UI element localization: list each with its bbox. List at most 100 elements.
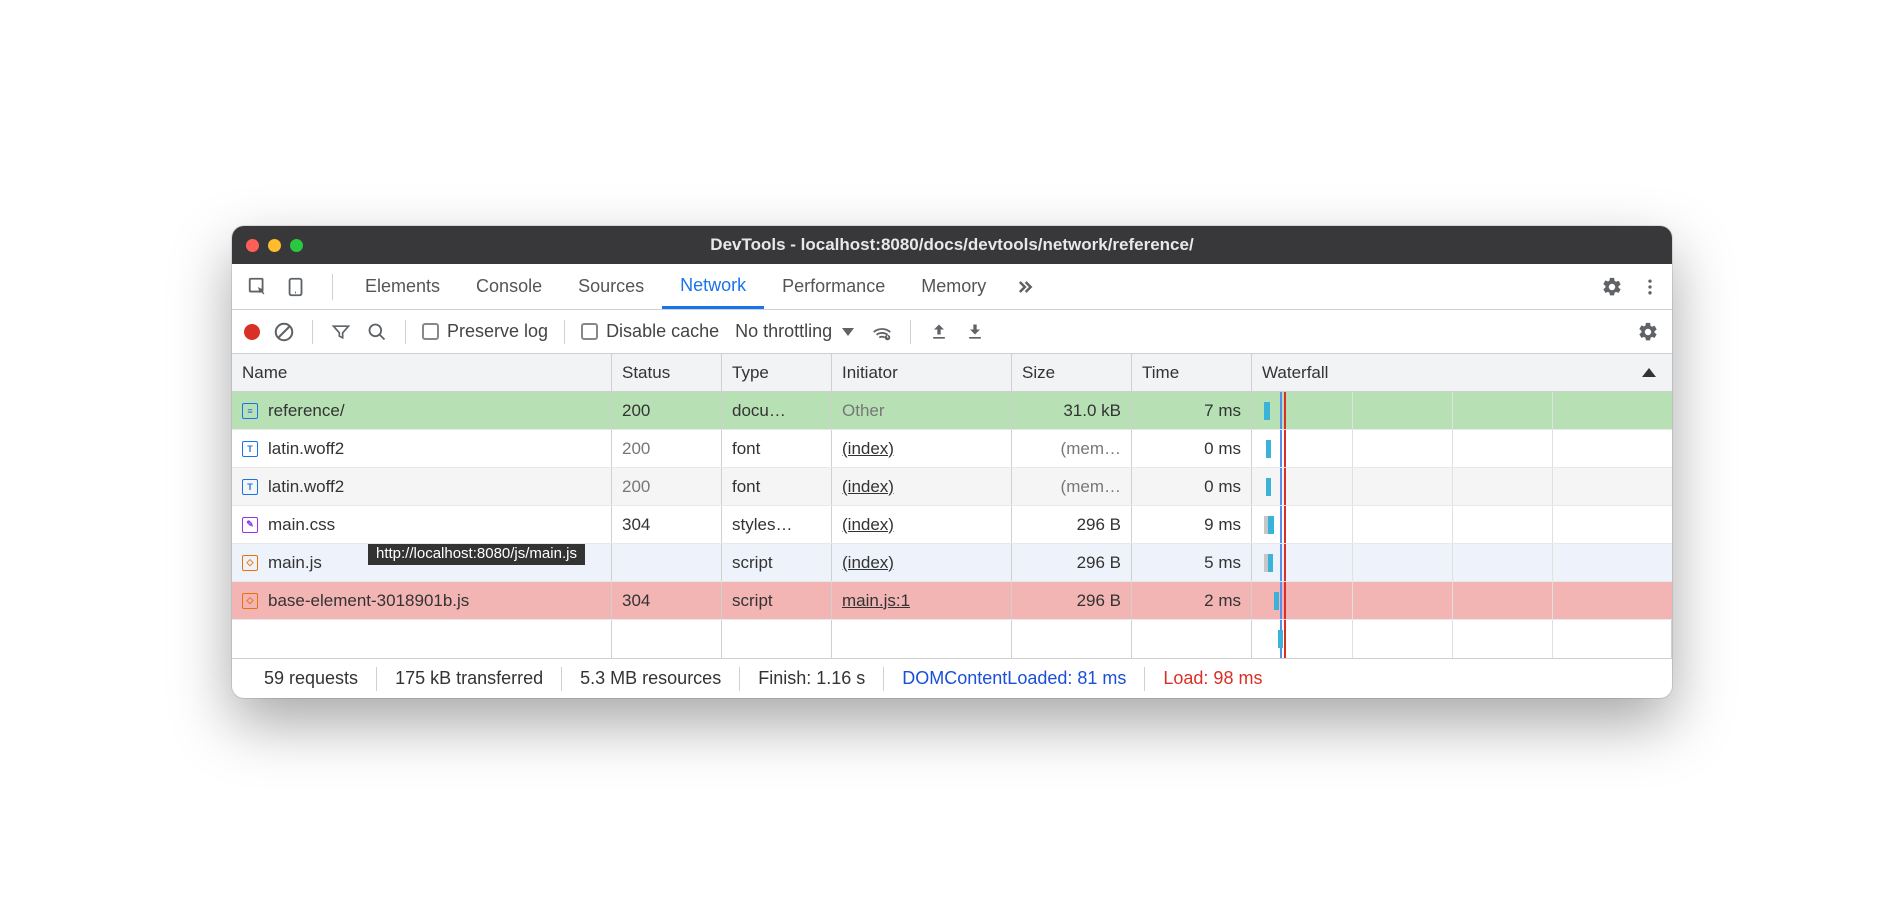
record-button[interactable]	[244, 324, 260, 340]
close-window-button[interactable]	[246, 239, 259, 252]
table-row[interactable]: ≡ reference/ 200 docu… Other 31.0 kB 7 m…	[232, 392, 1672, 430]
panel-settings-icon[interactable]	[1636, 320, 1660, 344]
settings-icon[interactable]	[1600, 275, 1624, 299]
network-table: Name Status Type Initiator Size Time Wat…	[232, 354, 1672, 658]
status-resources: 5.3 MB resources	[562, 668, 739, 689]
file-name: main.js	[268, 553, 322, 573]
zoom-window-button[interactable]	[290, 239, 303, 252]
table-row[interactable]: T latin.woff2 200 font (index) (mem… 0 m…	[232, 468, 1672, 506]
status-bar: 59 requests 175 kB transferred 5.3 MB re…	[232, 658, 1672, 698]
cell-status: 200	[612, 430, 722, 467]
font-file-icon: T	[242, 479, 258, 495]
file-name: base-element-3018901b.js	[268, 591, 469, 611]
network-toolbar: Preserve log Disable cache No throttling	[232, 310, 1672, 354]
tab-elements[interactable]: Elements	[347, 264, 458, 309]
col-size[interactable]: Size	[1012, 354, 1132, 391]
tab-performance[interactable]: Performance	[764, 264, 903, 309]
tab-sources[interactable]: Sources	[560, 264, 662, 309]
cell-type: script	[722, 544, 832, 581]
cell-name[interactable]: ◇ main.js http://localhost:8080/js/main.…	[232, 544, 612, 581]
kebab-menu-icon[interactable]	[1638, 275, 1662, 299]
table-row[interactable]: ◇ base-element-3018901b.js 304 script ma…	[232, 582, 1672, 620]
more-tabs-icon[interactable]	[1012, 275, 1036, 299]
filter-icon[interactable]	[329, 320, 353, 344]
tooltip: http://localhost:8080/js/main.js	[368, 544, 585, 565]
cell-waterfall	[1252, 430, 1672, 467]
titlebar: DevTools - localhost:8080/docs/devtools/…	[232, 226, 1672, 264]
cell-initiator[interactable]: (index)	[832, 430, 1012, 467]
device-toolbar-icon[interactable]	[284, 275, 308, 299]
sort-ascending-icon	[1642, 368, 1656, 377]
cell-time: 5 ms	[1132, 544, 1252, 581]
doc-file-icon: ≡	[242, 403, 258, 419]
inspect-element-icon[interactable]	[246, 275, 270, 299]
cell-status	[612, 544, 722, 581]
disable-cache-checkbox[interactable]: Disable cache	[581, 321, 719, 342]
font-file-icon: T	[242, 441, 258, 457]
cell-waterfall	[1252, 468, 1672, 505]
cell-size: 31.0 kB	[1012, 392, 1132, 429]
throttling-value: No throttling	[735, 321, 832, 342]
cell-initiator[interactable]: main.js:1	[832, 582, 1012, 619]
cell-name[interactable]: T latin.woff2	[232, 468, 612, 505]
cell-size: 296 B	[1012, 506, 1132, 543]
status-load: Load: 98 ms	[1145, 668, 1280, 689]
js-file-icon: ◇	[242, 593, 258, 609]
table-row	[232, 620, 1672, 658]
network-conditions-icon[interactable]	[870, 320, 894, 344]
col-type[interactable]: Type	[722, 354, 832, 391]
preserve-log-checkbox[interactable]: Preserve log	[422, 321, 548, 342]
cell-initiator[interactable]: (index)	[832, 468, 1012, 505]
cell-time: 0 ms	[1132, 430, 1252, 467]
file-name: reference/	[268, 401, 345, 421]
preserve-log-label: Preserve log	[447, 321, 548, 342]
tab-network[interactable]: Network	[662, 264, 764, 309]
cell-name[interactable]: ✎ main.css	[232, 506, 612, 543]
cell-waterfall	[1252, 544, 1672, 581]
cell-status: 304	[612, 582, 722, 619]
cell-initiator[interactable]: (index)	[832, 544, 1012, 581]
cell-time: 7 ms	[1132, 392, 1252, 429]
cell-size: (mem…	[1012, 468, 1132, 505]
col-name[interactable]: Name	[232, 354, 612, 391]
cell-size: 296 B	[1012, 544, 1132, 581]
col-status[interactable]: Status	[612, 354, 722, 391]
col-waterfall[interactable]: Waterfall	[1252, 354, 1672, 391]
cell-time: 2 ms	[1132, 582, 1252, 619]
cell-name[interactable]: ◇ base-element-3018901b.js	[232, 582, 612, 619]
file-name: latin.woff2	[268, 477, 344, 497]
table-body: ≡ reference/ 200 docu… Other 31.0 kB 7 m…	[232, 392, 1672, 658]
status-domcontentloaded: DOMContentLoaded: 81 ms	[884, 668, 1144, 689]
traffic-lights	[246, 239, 303, 252]
cell-name[interactable]: T latin.woff2	[232, 430, 612, 467]
cell-waterfall	[1252, 582, 1672, 619]
chevron-down-icon	[842, 328, 854, 336]
cell-initiator[interactable]: (index)	[832, 506, 1012, 543]
tab-console[interactable]: Console	[458, 264, 560, 309]
minimize-window-button[interactable]	[268, 239, 281, 252]
col-time[interactable]: Time	[1132, 354, 1252, 391]
cell-size: 296 B	[1012, 582, 1132, 619]
status-requests: 59 requests	[246, 668, 376, 689]
cell-waterfall	[1252, 506, 1672, 543]
cell-status: 200	[612, 468, 722, 505]
cell-type: styles…	[722, 506, 832, 543]
cell-name[interactable]: ≡ reference/	[232, 392, 612, 429]
throttling-select[interactable]: No throttling	[731, 321, 858, 342]
file-name: main.css	[268, 515, 335, 535]
cell-initiator[interactable]: Other	[832, 392, 1012, 429]
download-har-icon[interactable]	[963, 320, 987, 344]
table-row[interactable]: ✎ main.css 304 styles… (index) 296 B 9 m…	[232, 506, 1672, 544]
clear-icon[interactable]	[272, 320, 296, 344]
table-row[interactable]: T latin.woff2 200 font (index) (mem… 0 m…	[232, 430, 1672, 468]
window-title: DevTools - localhost:8080/docs/devtools/…	[232, 235, 1672, 255]
cell-type: font	[722, 468, 832, 505]
search-icon[interactable]	[365, 320, 389, 344]
cell-time: 0 ms	[1132, 468, 1252, 505]
upload-har-icon[interactable]	[927, 320, 951, 344]
table-row[interactable]: ◇ main.js http://localhost:8080/js/main.…	[232, 544, 1672, 582]
tab-memory[interactable]: Memory	[903, 264, 1004, 309]
col-initiator[interactable]: Initiator	[832, 354, 1012, 391]
disable-cache-label: Disable cache	[606, 321, 719, 342]
status-transferred: 175 kB transferred	[377, 668, 561, 689]
